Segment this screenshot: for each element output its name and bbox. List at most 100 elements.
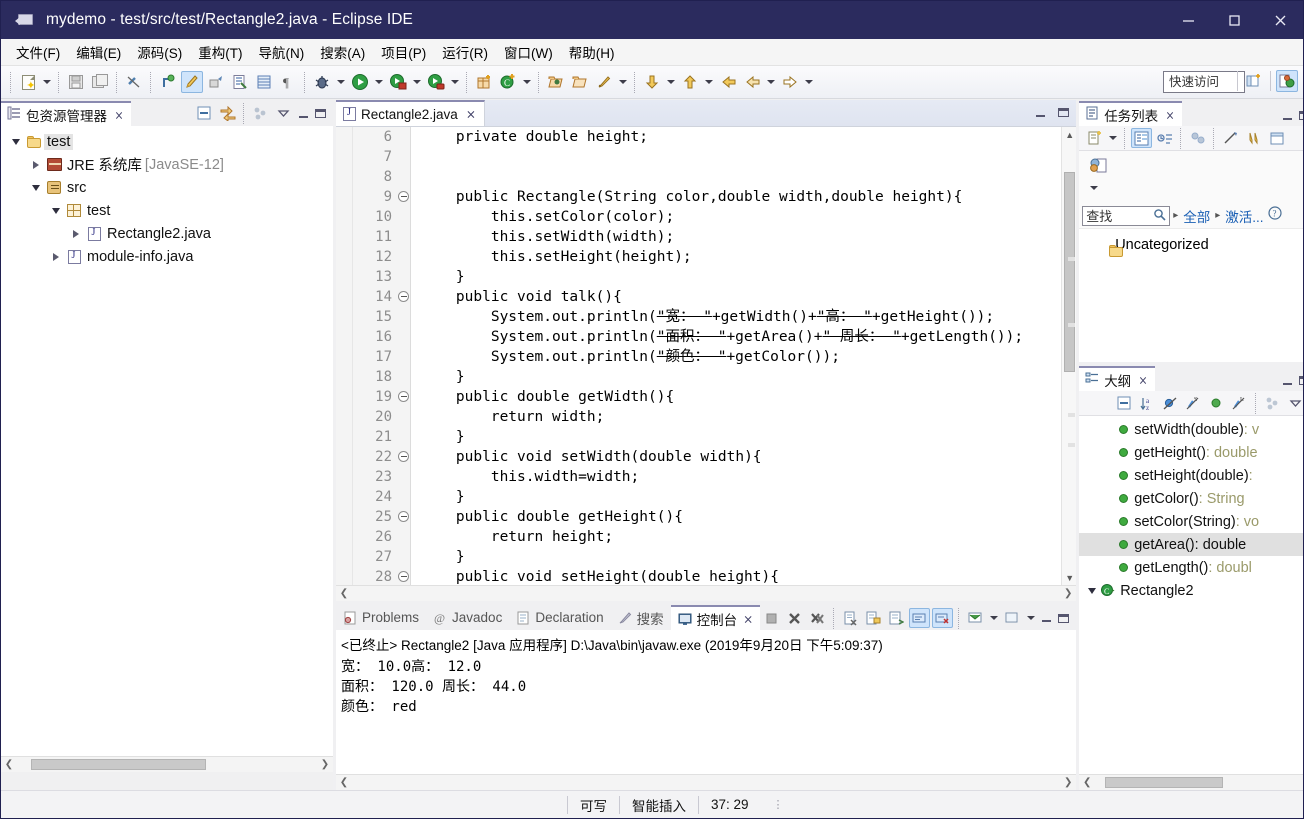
- menu-window[interactable]: 窗口(W): [496, 39, 561, 65]
- open-console-dropdown-icon[interactable]: [987, 607, 1000, 629]
- synchronize-icon[interactable]: [1187, 128, 1208, 148]
- open-type-icon[interactable]: [545, 71, 567, 93]
- hscroll-left-arrow[interactable]: ❮: [336, 588, 352, 599]
- new-class-icon[interactable]: C: [497, 71, 519, 93]
- terminate-all-icon[interactable]: [761, 608, 782, 628]
- menu-help[interactable]: 帮助(H): [561, 39, 623, 65]
- minimize-editor-icon[interactable]: [1032, 104, 1049, 121]
- chevron-down-icon[interactable]: [7, 138, 24, 145]
- minimize-view-icon[interactable]: [1279, 107, 1296, 124]
- new-task-icon[interactable]: [1084, 128, 1105, 148]
- console-tab-javadoc[interactable]: @ Javadoc: [426, 605, 509, 630]
- view-menu-icon[interactable]: [273, 104, 294, 124]
- run-icon[interactable]: [349, 71, 371, 93]
- open-table-icon[interactable]: [253, 71, 275, 93]
- new-package-icon[interactable]: [473, 71, 495, 93]
- chevron-right-icon[interactable]: [67, 229, 84, 238]
- outline-item[interactable]: getHeight() : double: [1079, 441, 1303, 464]
- editor-body[interactable]: 6 7 8 9 10 11 12 13 14 15 16 17 18 19 20 21 22 23 24 25 26 27…: [336, 127, 1077, 585]
- java-perspective-icon[interactable]: [1276, 70, 1298, 92]
- tree-item-test[interactable]: test: [1, 130, 333, 153]
- display-selected-console-icon[interactable]: [932, 608, 954, 628]
- maximize-view-icon[interactable]: [1055, 610, 1072, 627]
- tab-task-list[interactable]: 任务列表 ⨯: [1079, 101, 1183, 126]
- vscroll-down-arrow[interactable]: ▼: [1065, 573, 1074, 583]
- chevron-down-icon[interactable]: [1083, 587, 1100, 594]
- tab-package-explorer[interactable]: 包资源管理器 ⨯: [1, 101, 132, 126]
- close-icon[interactable]: ⨯: [115, 108, 124, 122]
- fold-collapse-icon[interactable]: [397, 287, 410, 307]
- menu-project[interactable]: 项目(P): [373, 39, 434, 65]
- sort-icon[interactable]: az: [1137, 393, 1158, 413]
- debug-icon[interactable]: [311, 71, 333, 93]
- menu-source[interactable]: 源码(S): [129, 39, 190, 65]
- maximize-editor-icon[interactable]: [1055, 104, 1072, 121]
- close-icon[interactable]: ⨯: [466, 107, 476, 121]
- task-list-item[interactable]: Uncategorized: [1079, 233, 1303, 257]
- editor-marker-bar[interactable]: [336, 127, 353, 585]
- hscroll-right-arrow[interactable]: ❯: [1060, 777, 1076, 788]
- forward-left-icon[interactable]: [741, 71, 763, 93]
- menu-run[interactable]: 运行(R): [434, 39, 496, 65]
- toggle-mark-occurrences-icon[interactable]: [157, 71, 179, 93]
- vscroll-thumb[interactable]: [1064, 172, 1076, 372]
- chevron-down-icon[interactable]: [27, 184, 44, 191]
- console-tab-[interactable]: 控制台 ⨯: [670, 605, 761, 630]
- maximize-view-icon[interactable]: [312, 105, 329, 122]
- console-tab-problems[interactable]: Problems: [336, 605, 426, 630]
- new-console-view-dropdown-icon[interactable]: [1024, 607, 1037, 629]
- menu-edit[interactable]: 编辑(E): [68, 39, 129, 65]
- task-filter-all[interactable]: 全部: [1183, 206, 1210, 226]
- save-all-icon[interactable]: [89, 71, 111, 93]
- view-menu-dots-icon[interactable]: [250, 104, 271, 124]
- fold-collapse-icon[interactable]: [397, 187, 410, 207]
- task-repository-icon[interactable]: [1086, 155, 1110, 177]
- menu-refactor[interactable]: 重构(T): [190, 39, 250, 65]
- open-resource-icon[interactable]: [569, 71, 591, 93]
- back-dropdown-icon[interactable]: [764, 71, 777, 93]
- close-icon[interactable]: ⨯: [743, 612, 753, 626]
- new-class-dropdown-icon[interactable]: [520, 71, 533, 93]
- task-find-input[interactable]: 查找: [1082, 205, 1171, 226]
- outline-item[interactable]: getArea() : double: [1079, 533, 1303, 556]
- help-icon[interactable]: ?: [1267, 206, 1282, 225]
- new-task-dropdown-icon[interactable]: [1106, 127, 1119, 149]
- outline-item[interactable]: getColor() : String: [1079, 487, 1303, 510]
- maximize-view-icon[interactable]: [1296, 372, 1303, 389]
- previous-annotation-dropdown-icon[interactable]: [702, 71, 715, 93]
- chevron-down-icon[interactable]: [47, 207, 64, 214]
- tree-item-jre-[interactable]: JRE 系统库 [JavaSE-12]: [1, 153, 333, 176]
- hscroll-left-arrow[interactable]: ❮: [1079, 777, 1095, 788]
- tree-item-src[interactable]: src: [1, 176, 333, 199]
- task-filter-active[interactable]: 激活...: [1225, 206, 1263, 226]
- categorized-mode-icon[interactable]: [1131, 128, 1153, 148]
- menu-navigate[interactable]: 导航(N): [251, 39, 313, 65]
- restore-icon[interactable]: [1266, 128, 1287, 148]
- close-button[interactable]: [1257, 1, 1303, 39]
- fold-collapse-icon[interactable]: [397, 447, 410, 467]
- editor-hscrollbar[interactable]: ❮ ❯: [336, 585, 1077, 601]
- minimize-view-icon[interactable]: [1038, 610, 1055, 627]
- tree-item-rectangle2-java[interactable]: Rectangle2.java: [1, 222, 333, 245]
- skip-breakpoints-icon[interactable]: [181, 71, 203, 93]
- editor-folding-bar[interactable]: [397, 127, 411, 585]
- console-tab-declaration[interactable]: Declaration: [509, 605, 610, 630]
- fold-collapse-icon[interactable]: [397, 387, 410, 407]
- package-explorer-tree[interactable]: testJRE 系统库 [JavaSE-12]srctestRectangle2…: [1, 126, 333, 756]
- hscroll-right-arrow[interactable]: ❯: [1060, 588, 1076, 599]
- fold-collapse-icon[interactable]: [397, 507, 410, 527]
- console-tab-[interactable]: 搜索: [611, 605, 671, 630]
- search-icon[interactable]: [593, 71, 615, 93]
- run-external-dropdown-icon[interactable]: [448, 71, 461, 93]
- hide-nonpublic-icon[interactable]: [1206, 393, 1227, 413]
- task-list-items[interactable]: Uncategorized: [1079, 229, 1303, 362]
- console-hscrollbar[interactable]: ❮ ❯: [336, 774, 1077, 790]
- open-console-icon[interactable]: [965, 608, 986, 628]
- menu-search[interactable]: 搜索(A): [312, 39, 373, 65]
- link-with-editor-icon[interactable]: [1262, 393, 1283, 413]
- outline-hscrollbar[interactable]: ❮ ❯: [1079, 774, 1303, 790]
- collapse-all-icon[interactable]: [1220, 128, 1241, 148]
- run-dropdown-icon[interactable]: [372, 71, 385, 93]
- vscroll-up-arrow[interactable]: ▲: [1065, 130, 1074, 140]
- chevron-right-icon[interactable]: [47, 252, 64, 261]
